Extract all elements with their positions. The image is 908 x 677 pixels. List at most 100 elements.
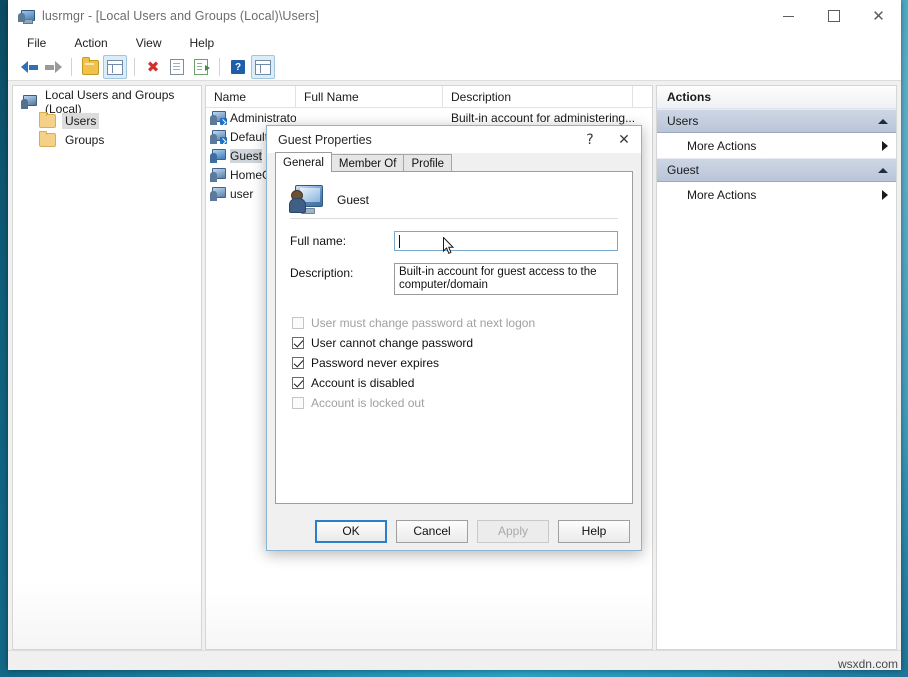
dialog-tab-panel-general: Guest Full name: Description: Built-in a… bbox=[275, 171, 633, 504]
ok-button[interactable]: OK bbox=[315, 520, 387, 543]
checkbox-label: Account is disabled bbox=[311, 376, 414, 390]
user-name-label: Administrator bbox=[230, 111, 296, 125]
tab-member-of[interactable]: Member Of bbox=[331, 154, 405, 172]
checkbox-account-disabled[interactable] bbox=[292, 377, 304, 389]
text-caret bbox=[399, 235, 400, 248]
divider bbox=[290, 218, 618, 219]
maximize-button[interactable] bbox=[811, 0, 856, 32]
close-button[interactable]: ✕ bbox=[856, 0, 901, 32]
dialog-window-controls: ? ✕ bbox=[573, 126, 641, 153]
tree-item-users-label: Users bbox=[62, 113, 99, 129]
console-tree: Local Users and Groups (Local) Users Gro… bbox=[13, 86, 201, 149]
checkbox-row-must-change-password[interactable]: User must change password at next logon bbox=[292, 313, 618, 333]
menu-help[interactable]: Help bbox=[187, 34, 218, 52]
tree-item-root[interactable]: Local Users and Groups (Local) bbox=[13, 92, 201, 111]
checkbox-account-locked-out[interactable] bbox=[292, 397, 304, 409]
action-more-actions-guest[interactable]: More Actions bbox=[657, 182, 896, 207]
account-options: User must change password at next logon … bbox=[292, 313, 618, 413]
dialog-close-button[interactable]: ✕ bbox=[607, 126, 641, 153]
forward-icon[interactable] bbox=[42, 56, 64, 78]
user-account-icon bbox=[290, 185, 323, 215]
back-icon[interactable] bbox=[18, 56, 40, 78]
help-icon[interactable]: ? bbox=[227, 56, 249, 78]
checkbox-password-never-expires[interactable] bbox=[292, 357, 304, 369]
checkbox-label: User cannot change password bbox=[311, 336, 473, 350]
dialog-title: Guest Properties bbox=[278, 133, 372, 147]
user-name-label: user bbox=[230, 187, 253, 201]
user-icon bbox=[210, 149, 226, 163]
checkbox-row-cannot-change-password[interactable]: User cannot change password bbox=[292, 333, 618, 353]
chevron-right-icon bbox=[882, 141, 888, 151]
actions-group-guest-label: Guest bbox=[667, 163, 699, 177]
show-action-pane-icon[interactable] bbox=[251, 55, 275, 79]
properties-icon[interactable] bbox=[166, 56, 188, 78]
folder-icon bbox=[39, 114, 56, 128]
checkbox-row-password-never-expires[interactable]: Password never expires bbox=[292, 353, 618, 373]
actions-pane: Actions Users More Actions Guest More Ac… bbox=[656, 85, 897, 650]
checkbox-label: Account is locked out bbox=[311, 396, 424, 410]
watermark: wsxdn.com bbox=[838, 657, 898, 671]
user-icon bbox=[210, 111, 226, 125]
cancel-button[interactable]: Cancel bbox=[396, 520, 468, 543]
checkbox-cannot-change-password[interactable] bbox=[292, 337, 304, 349]
menu-action[interactable]: Action bbox=[71, 34, 110, 52]
description-input[interactable]: Built-in account for guest access to the… bbox=[394, 263, 618, 295]
list-column-headers: Name Full Name Description bbox=[206, 86, 652, 108]
toolbar-separator bbox=[134, 58, 135, 76]
user-name-cell: Administrator bbox=[206, 111, 296, 125]
action-label: More Actions bbox=[687, 139, 756, 153]
computer-icon bbox=[21, 95, 37, 109]
menu-view[interactable]: View bbox=[133, 34, 165, 52]
checkbox-row-account-disabled[interactable]: Account is disabled bbox=[292, 373, 618, 393]
field-full-name: Full name: bbox=[290, 231, 618, 251]
actions-group-users[interactable]: Users bbox=[657, 109, 896, 133]
apply-button: Apply bbox=[477, 520, 549, 543]
user-name-label: Guest bbox=[230, 149, 262, 163]
dialog-titlebar[interactable]: Guest Properties ? ✕ bbox=[267, 126, 641, 153]
window-controls: ✕ bbox=[766, 0, 901, 32]
folder-icon bbox=[39, 133, 56, 147]
toolbar-separator bbox=[71, 58, 72, 76]
delete-icon[interactable]: ✖ bbox=[142, 56, 164, 78]
show-hide-tree-icon[interactable] bbox=[103, 55, 127, 79]
actions-group-users-label: Users bbox=[667, 114, 698, 128]
window-title: lusrmgr - [Local Users and Groups (Local… bbox=[42, 9, 319, 23]
full-name-input[interactable] bbox=[394, 231, 618, 251]
action-label: More Actions bbox=[687, 188, 756, 202]
minimize-button[interactable] bbox=[766, 0, 811, 32]
chevron-up-icon[interactable] bbox=[878, 168, 888, 173]
checkbox-row-account-locked-out[interactable]: Account is locked out bbox=[292, 393, 618, 413]
statusbar bbox=[8, 650, 901, 670]
chevron-right-icon bbox=[882, 190, 888, 200]
window-titlebar[interactable]: lusrmgr - [Local Users and Groups (Local… bbox=[8, 0, 901, 32]
menubar: File Action View Help bbox=[8, 32, 901, 54]
column-header-name[interactable]: Name bbox=[206, 86, 296, 107]
chevron-up-icon[interactable] bbox=[878, 119, 888, 124]
column-header-filler bbox=[633, 86, 652, 107]
checkbox-label: Password never expires bbox=[311, 356, 439, 370]
field-description: Description: Built-in account for guest … bbox=[290, 263, 618, 295]
toolbar: ✖ ? bbox=[8, 54, 901, 81]
tab-profile[interactable]: Profile bbox=[403, 154, 452, 172]
action-more-actions-users[interactable]: More Actions bbox=[657, 133, 896, 158]
checkbox-label: User must change password at next logon bbox=[311, 316, 535, 330]
description-label: Description: bbox=[290, 263, 394, 280]
user-icon bbox=[210, 168, 226, 182]
column-header-description[interactable]: Description bbox=[443, 86, 633, 107]
tab-general[interactable]: General bbox=[275, 152, 332, 172]
tree-item-groups-label: Groups bbox=[62, 132, 107, 148]
column-header-full-name[interactable]: Full Name bbox=[296, 86, 443, 107]
account-header: Guest bbox=[276, 172, 632, 216]
console-tree-pane: Local Users and Groups (Local) Users Gro… bbox=[12, 85, 202, 650]
user-icon bbox=[210, 187, 226, 201]
menu-file[interactable]: File bbox=[24, 34, 49, 52]
actions-pane-title: Actions bbox=[657, 86, 896, 109]
actions-group-guest[interactable]: Guest bbox=[657, 158, 896, 182]
tree-item-groups[interactable]: Groups bbox=[13, 130, 201, 149]
help-button[interactable]: Help bbox=[558, 520, 630, 543]
up-folder-icon[interactable] bbox=[79, 56, 101, 78]
checkbox-must-change-password[interactable] bbox=[292, 317, 304, 329]
dialog-help-button[interactable]: ? bbox=[573, 126, 607, 153]
export-list-icon[interactable] bbox=[190, 56, 212, 78]
user-icon bbox=[210, 130, 226, 144]
